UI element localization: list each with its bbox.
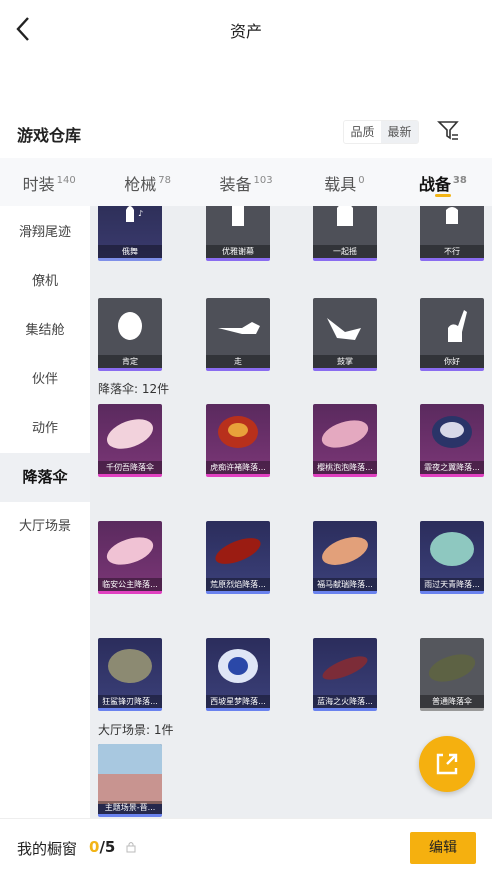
- emote-card[interactable]: 鼓掌: [313, 298, 377, 371]
- category-tabs: 时装 140 枪械 78 装备 103 载具 0 战备 38: [0, 158, 492, 206]
- lock-icon: [126, 842, 136, 853]
- showcase-count: 0/5: [89, 838, 116, 856]
- tab-guns[interactable]: 枪械 78: [98, 158, 196, 206]
- sidebar-item-lobby-scene[interactable]: 大厅场景: [0, 502, 90, 551]
- active-tab-indicator: [434, 194, 451, 197]
- sort-newest[interactable]: 最新: [381, 121, 418, 143]
- tab-fashion[interactable]: 时装 140: [0, 158, 98, 206]
- parachute-card[interactable]: 千仞吾降落伞: [98, 404, 162, 477]
- parachute-card[interactable]: 西坡星梦降落...: [206, 638, 270, 711]
- parachute-card[interactable]: 樱桃泡泡降落...: [313, 404, 377, 477]
- warehouse-title: 游戏仓库: [17, 126, 82, 145]
- tab-vehicles[interactable]: 载具 0: [295, 158, 393, 206]
- showcase-label: 我的橱窗: [17, 840, 78, 858]
- sidebar-item-companion[interactable]: 伙伴: [0, 355, 90, 404]
- sidebar-item-wingman[interactable]: 僚机: [0, 257, 90, 306]
- parachute-card[interactable]: 虎痴许褚降落...: [206, 404, 270, 477]
- top-bar: 资产: [0, 0, 492, 58]
- external-link-icon: [436, 753, 458, 775]
- section-title-lobby: 大厅场景: 1件: [98, 723, 174, 737]
- sidebar-item-glide-trail[interactable]: 滑翔尾迹: [0, 208, 90, 257]
- parachute-card[interactable]: 普通降落伞: [420, 638, 484, 711]
- emote-card[interactable]: 优雅谢幕: [206, 206, 270, 261]
- parachute-card[interactable]: 蓝海之火降落...: [313, 638, 377, 711]
- parachute-card[interactable]: 临安公主降落...: [98, 521, 162, 594]
- sidebar-item-parachute[interactable]: 降落伞: [0, 453, 90, 502]
- emote-card[interactable]: ♪ 俄舞: [98, 206, 162, 261]
- emote-card[interactable]: 走: [206, 298, 270, 371]
- emote-card[interactable]: 你好: [420, 298, 484, 371]
- parachute-card[interactable]: 福马献瑞降落...: [313, 521, 377, 594]
- svg-text:♪: ♪: [138, 209, 143, 218]
- item-grid: ♪ 俄舞 优雅谢幕 一起摇 不行 肯定 走 鼓掌 你好 降落伞: 12件 千仞吾…: [90, 206, 492, 818]
- showcase-bar: 我的橱窗 0/5 编辑: [0, 818, 492, 876]
- emote-card[interactable]: 一起摇: [313, 206, 377, 261]
- filter-icon[interactable]: [437, 118, 461, 144]
- tab-equipment[interactable]: 装备 103: [197, 158, 295, 206]
- emote-card[interactable]: 肯定: [98, 298, 162, 371]
- sort-quality[interactable]: 品质: [344, 121, 381, 143]
- sidebar-item-emotes[interactable]: 动作: [0, 404, 90, 453]
- share-fab[interactable]: [419, 736, 475, 792]
- sort-toggle[interactable]: 品质 最新: [343, 120, 419, 144]
- section-title-parachute: 降落伞: 12件: [98, 382, 170, 396]
- parachute-card[interactable]: 霏夜之翼降落...: [420, 404, 484, 477]
- tab-battle-gear[interactable]: 战备 38: [394, 158, 492, 206]
- lobby-scene-card[interactable]: 主题场景-晋...: [98, 744, 162, 817]
- parachute-card[interactable]: 荒原烈焰降落...: [206, 521, 270, 594]
- emote-card[interactable]: 不行: [420, 206, 484, 261]
- parachute-card[interactable]: 雨过天青降落...: [420, 521, 484, 594]
- parachute-card[interactable]: 狂鲨锋刃降落...: [98, 638, 162, 711]
- sidebar: 滑翔尾迹 僚机 集结舱 伙伴 动作 降落伞 大厅场景: [0, 206, 90, 818]
- sidebar-item-rally-pod[interactable]: 集结舱: [0, 306, 90, 355]
- edit-button[interactable]: 编辑: [410, 832, 476, 864]
- page-title: 资产: [229, 22, 262, 41]
